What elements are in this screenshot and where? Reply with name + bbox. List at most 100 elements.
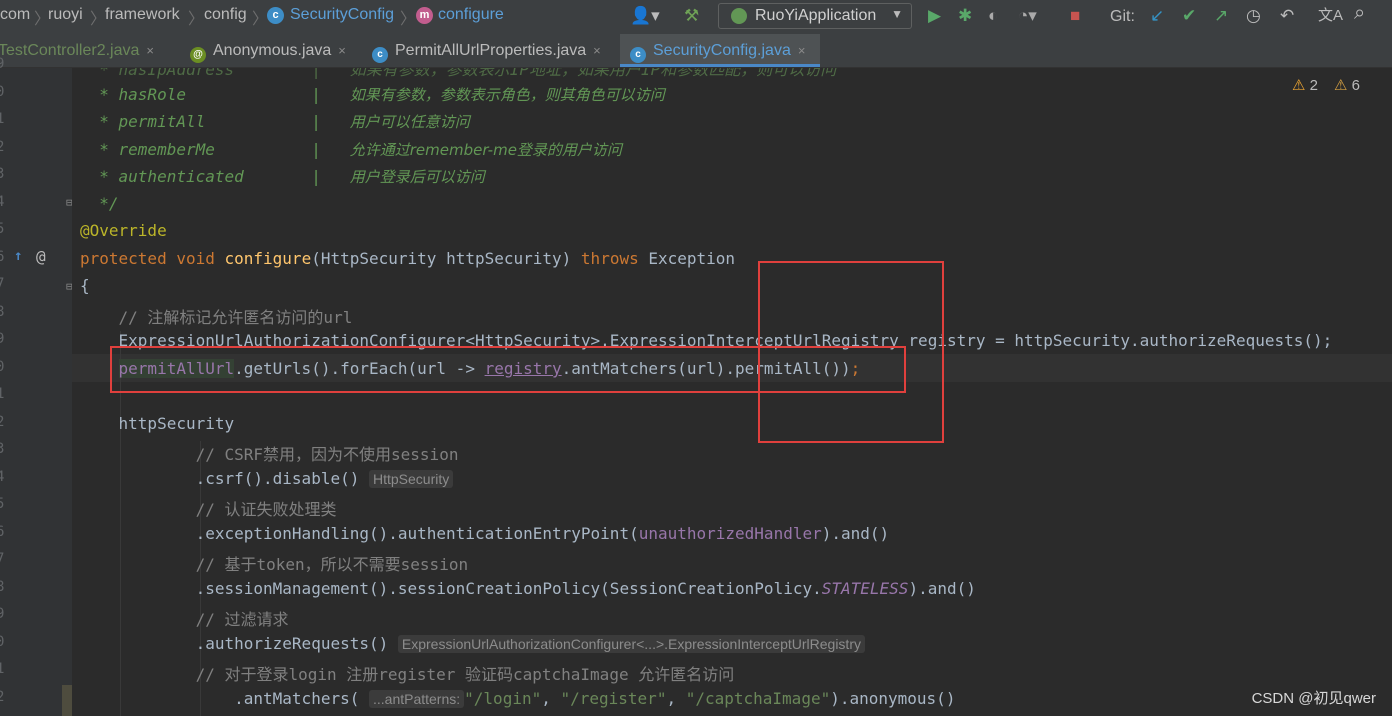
line-number: 8 (0, 579, 5, 595)
tab-label: PermitAllUrlProperties.java (395, 42, 587, 59)
code-line: * hasIpAddress | 如果有参数，参数表示IP地址，如果用户IP和参… (80, 68, 837, 79)
close-icon[interactable]: × (338, 43, 346, 58)
annotation-type-icon: @ (190, 47, 206, 63)
warning-icon: ⚠ (1334, 77, 1348, 94)
close-icon[interactable]: × (798, 43, 806, 58)
line-number: 9 (0, 56, 5, 72)
tab-label: TestController2.java (0, 42, 140, 59)
close-icon[interactable]: × (146, 43, 154, 58)
line-number: 1 (0, 111, 5, 127)
line-number: 5 (0, 496, 5, 512)
close-icon[interactable]: × (593, 43, 601, 58)
tab-permitallurlproperties[interactable]: c PermitAllUrlProperties.java × (372, 34, 612, 67)
line-number: 1 (0, 661, 5, 677)
code-line: protected void configure(HttpSecurity ht… (80, 249, 736, 268)
line-number: 6 (0, 524, 5, 540)
warning-icon: ⚠ (1292, 77, 1306, 94)
breadcrumb-framework[interactable]: framework (105, 6, 180, 24)
git-label: Git: (1110, 8, 1135, 25)
line-number: 0 (0, 634, 5, 650)
code-line: .authorizeRequests() ExpressionUrlAuthor… (80, 634, 865, 661)
spring-boot-icon (731, 8, 747, 24)
coverage-icon[interactable]: ◐ (988, 6, 998, 26)
code-line: // 基于token，所以不需要session (80, 555, 469, 574)
line-number: 2 (0, 414, 5, 430)
watermark: CSDN @初见qwer (1251, 690, 1376, 707)
profile-icon[interactable]: ◔▾ (1018, 6, 1037, 26)
code-line: @Override (80, 221, 167, 240)
annotation-marker-icon[interactable]: @ (36, 247, 46, 266)
git-commit-icon[interactable]: ✔ (1182, 6, 1196, 26)
run-configuration-label: RuoYiApplication (755, 7, 877, 24)
inlay-parameter-hint: ...antPatterns: (368, 690, 465, 708)
code-line: .sessionManagement().sessionCreationPoli… (80, 579, 976, 598)
line-number: 7 (0, 551, 5, 567)
tab-label: SecurityConfig.java (653, 42, 791, 59)
code-line: .antMatchers( ...antPatterns: "/login", "… (80, 689, 956, 708)
search-icon[interactable]: ⌕ (1354, 3, 1365, 23)
class-icon: c (267, 7, 284, 24)
breadcrumb-config[interactable]: config (204, 6, 247, 24)
line-number: 3 (0, 441, 5, 457)
tab-testcontroller2[interactable]: TestController2.java × (0, 34, 178, 67)
code-line: */ (80, 194, 119, 213)
line-number: 2 (0, 139, 5, 155)
git-push-icon[interactable]: ↗ (1214, 6, 1228, 26)
class-icon: c (372, 47, 388, 63)
code-line: // CSRF禁用，因为不使用session (80, 445, 459, 464)
code-line: * rememberMe | 允许通过remember-me登录的用户访问 (80, 140, 622, 159)
code-line: * permitAll | 用户可以任意访问 (80, 112, 470, 131)
inlay-type-hint: ExpressionUrlAuthorizationConfigurer<...… (397, 635, 865, 653)
code-line: .exceptionHandling().authenticationEntry… (80, 524, 890, 543)
override-marker-icon[interactable]: ↑ (14, 248, 22, 264)
inlay-type-hint: HttpSecurity (368, 470, 454, 488)
inspection-warnings[interactable]: ⚠ 2 (1292, 76, 1318, 94)
code-line: { (80, 276, 90, 295)
change-marker (62, 685, 72, 716)
line-number: 2 (0, 689, 5, 705)
code-line: // 过滤请求 (80, 610, 289, 629)
line-number: 0 (0, 359, 5, 375)
stop-icon[interactable]: ■ (1070, 6, 1080, 26)
line-number: 3 (0, 166, 5, 182)
debug-icon[interactable]: ✱ (958, 6, 972, 26)
line-number: 8 (0, 304, 5, 320)
chevron-down-icon: ▼ (891, 7, 903, 21)
run-icon[interactable]: ▶ (928, 6, 941, 26)
line-number: 4 (0, 469, 5, 485)
line-number: 6 (0, 249, 5, 265)
chevron-right-icon: 〉 (400, 11, 417, 28)
history-icon[interactable]: ◷ (1246, 6, 1261, 26)
code-line: * authenticated | 用户登录后可以访问 (80, 167, 485, 186)
line-number: 9 (0, 331, 5, 347)
tab-label: Anonymous.java (213, 42, 332, 59)
line-number: 0 (0, 84, 5, 100)
chevron-right-icon: 〉 (188, 11, 205, 28)
user-menu-icon[interactable]: 👤▾ (630, 6, 660, 26)
run-configuration-select[interactable]: RuoYiApplication ▼ (718, 3, 912, 29)
chevron-right-icon: 〉 (90, 11, 107, 28)
code-line: // 注解标记允许匿名访问的url (80, 308, 353, 327)
code-line: * hasRole | 如果有参数，参数表示角色，则其角色可以访问 (80, 85, 665, 104)
class-icon: c (630, 47, 646, 63)
line-number-gutter: 9 0 1 2 3 4 5 6 7 8 9 0 1 2 3 4 5 6 7 8 … (0, 56, 87, 716)
breadcrumb-com[interactable]: com (0, 6, 30, 24)
chevron-right-icon: 〉 (252, 11, 269, 28)
code-line: httpSecurity (80, 414, 235, 433)
build-hammer-icon[interactable]: ⚒ (684, 6, 699, 26)
navigation-toolbar: com 〉 ruoyi 〉 framework 〉 config 〉 c Sec… (0, 0, 1392, 34)
rollback-icon[interactable]: ↶ (1280, 6, 1294, 26)
breadcrumb-ruoyi[interactable]: ruoyi (48, 6, 83, 24)
tab-anonymous[interactable]: @ Anonymous.java × (190, 34, 360, 67)
breadcrumb-configure[interactable]: configure (438, 6, 504, 24)
git-update-icon[interactable]: ↙ (1150, 6, 1164, 26)
editor-tab-bar: TestController2.java × @ Anonymous.java × c… (0, 34, 1392, 68)
inspection-weak-warnings[interactable]: ⚠ 6 (1334, 76, 1360, 94)
translate-icon[interactable]: 文A (1318, 6, 1343, 26)
line-number: 7 (0, 276, 5, 292)
code-line: // 认证失败处理类 (80, 500, 337, 519)
breadcrumb-securityconfig[interactable]: SecurityConfig (290, 6, 394, 24)
highlight-box-permitall (758, 261, 944, 443)
tab-securityconfig[interactable]: c SecurityConfig.java × (620, 34, 820, 67)
line-number: 5 (0, 221, 5, 237)
